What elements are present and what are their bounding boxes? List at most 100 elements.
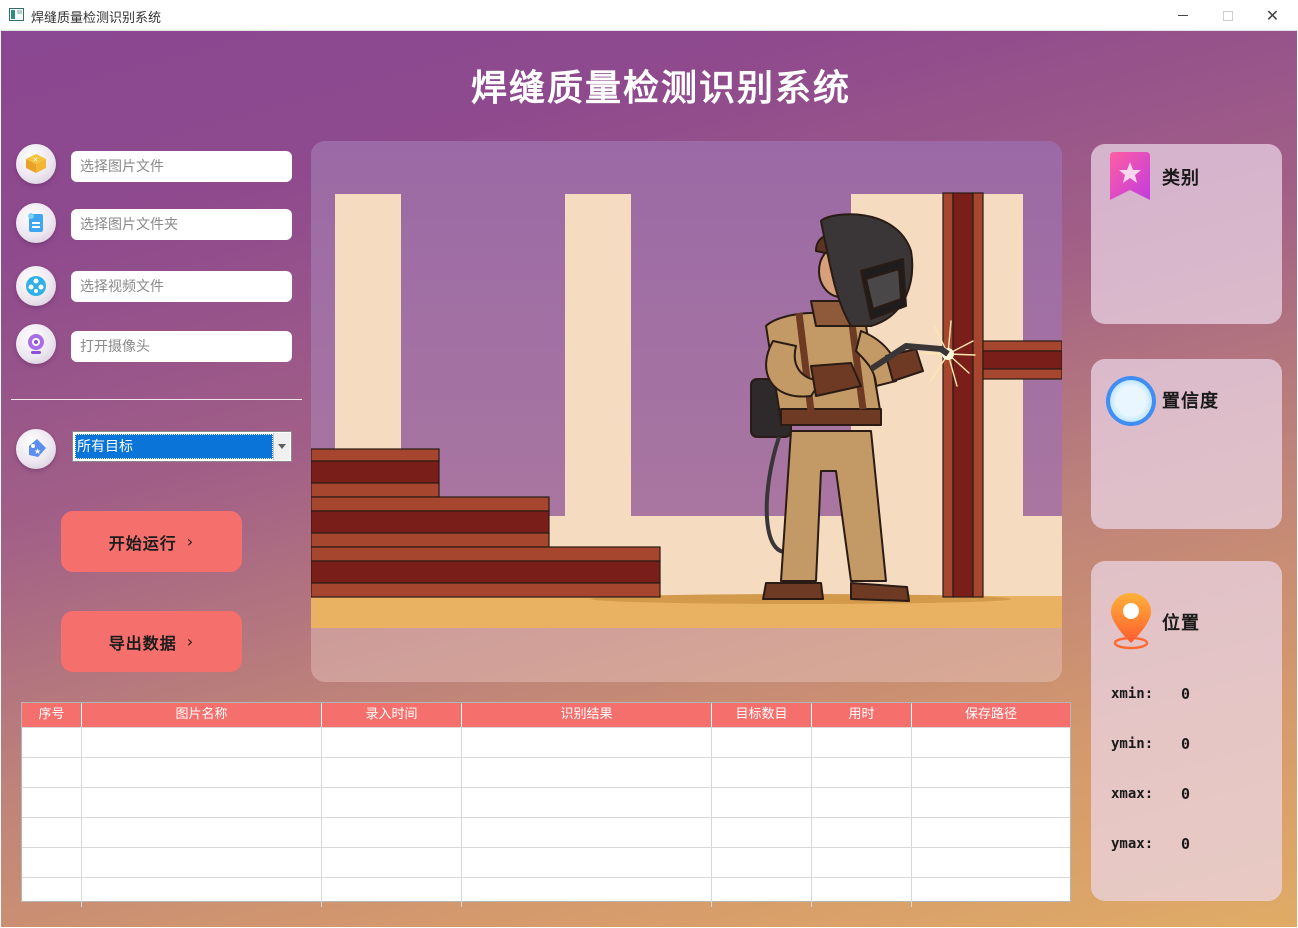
table-cell[interactable]: [22, 728, 82, 757]
table-cell[interactable]: [712, 848, 812, 877]
xmax-label: xmax:: [1111, 786, 1154, 802]
table-cell[interactable]: [82, 818, 322, 847]
table-cell[interactable]: [22, 878, 82, 907]
column-header[interactable]: 录入时间: [322, 703, 462, 727]
table-cell[interactable]: [912, 818, 1070, 847]
image-file-icon[interactable]: ✕: [16, 144, 56, 184]
table-row[interactable]: [22, 727, 1070, 757]
minimize-icon: [1177, 15, 1188, 16]
svg-text:★: ★: [34, 447, 41, 456]
tag-icon: ★: [16, 429, 56, 469]
table-cell[interactable]: [322, 788, 462, 817]
table-cell[interactable]: [322, 878, 462, 907]
page-title: 焊缝质量检测识别系统: [470, 68, 851, 109]
category-card: 类别: [1091, 144, 1282, 324]
table-row[interactable]: [22, 757, 1070, 787]
welder-illustration: [311, 141, 1062, 682]
column-header[interactable]: 保存路径: [912, 703, 1070, 727]
table-cell[interactable]: [812, 758, 912, 787]
table-cell[interactable]: [812, 818, 912, 847]
close-icon: ✕: [1265, 6, 1280, 25]
camera-icon[interactable]: [16, 324, 56, 364]
divider: [11, 399, 302, 400]
xmin-value: 0: [1181, 685, 1191, 703]
table-cell[interactable]: [82, 758, 322, 787]
chevron-right-icon: ›: [186, 632, 195, 651]
category-title: 类别: [1162, 168, 1200, 189]
position-title: 位置: [1162, 613, 1200, 634]
confidence-card: 置信度: [1091, 359, 1282, 529]
ymax-label: ymax:: [1111, 836, 1154, 852]
export-button[interactable]: 导出数据 ›: [61, 611, 242, 672]
table-cell[interactable]: [712, 788, 812, 817]
table-cell[interactable]: [322, 758, 462, 787]
app-icon: [9, 8, 24, 21]
table-cell[interactable]: [912, 728, 1070, 757]
camera-input[interactable]: [71, 331, 292, 362]
table-cell[interactable]: [322, 728, 462, 757]
results-table[interactable]: 序号 图片名称 录入时间 识别结果 目标数目 用时 保存路径: [21, 702, 1071, 907]
table-row[interactable]: [22, 877, 1070, 907]
start-button-label: 开始运行: [108, 533, 177, 553]
table-cell[interactable]: [22, 818, 82, 847]
table-cell[interactable]: [82, 878, 322, 907]
window-titlebar: 焊缝质量检测识别系统 ✕: [0, 0, 1298, 31]
table-cell[interactable]: [322, 818, 462, 847]
ring-icon: [1106, 376, 1156, 426]
table-cell[interactable]: [812, 848, 912, 877]
table-cell[interactable]: [462, 758, 712, 787]
table-cell[interactable]: [712, 818, 812, 847]
close-button[interactable]: ✕: [1250, 0, 1295, 31]
bookmark-star-icon: [1110, 152, 1150, 200]
column-header[interactable]: 用时: [812, 703, 912, 727]
column-header[interactable]: 图片名称: [82, 703, 322, 727]
maximize-button[interactable]: [1205, 0, 1250, 31]
table-cell[interactable]: [82, 848, 322, 877]
table-cell[interactable]: [462, 788, 712, 817]
table-cell[interactable]: [462, 818, 712, 847]
video-file-input[interactable]: [71, 271, 292, 302]
table-cell[interactable]: [462, 878, 712, 907]
table-cell[interactable]: [812, 878, 912, 907]
chevron-down-icon[interactable]: [273, 433, 290, 460]
xmax-value: 0: [1181, 785, 1191, 803]
table-cell[interactable]: [22, 788, 82, 817]
chevron-right-icon: ›: [186, 532, 195, 551]
svg-text:✕: ✕: [33, 156, 39, 164]
table-cell[interactable]: [322, 848, 462, 877]
table-cell[interactable]: [22, 848, 82, 877]
window-title: 焊缝质量检测识别系统: [31, 11, 162, 26]
table-row[interactable]: [22, 817, 1070, 847]
column-header[interactable]: 目标数目: [712, 703, 812, 727]
table-row[interactable]: [22, 787, 1070, 817]
table-cell[interactable]: [712, 758, 812, 787]
table-row[interactable]: [22, 847, 1070, 877]
table-cell[interactable]: [912, 848, 1070, 877]
ymax-value: 0: [1181, 835, 1191, 853]
table-cell[interactable]: [462, 728, 712, 757]
table-cell[interactable]: [912, 758, 1070, 787]
target-select[interactable]: 所有目标: [72, 431, 292, 462]
image-folder-input[interactable]: [71, 209, 292, 240]
table-cell[interactable]: [82, 788, 322, 817]
target-select-value: 所有目标: [75, 434, 273, 459]
position-card: 位置 xmin: 0 ymin: 0 xmax: 0 ymax: 0: [1091, 561, 1282, 901]
column-header[interactable]: 序号: [22, 703, 82, 727]
table-body: [22, 727, 1070, 907]
table-cell[interactable]: [712, 878, 812, 907]
column-header[interactable]: 识别结果: [462, 703, 712, 727]
start-button[interactable]: 开始运行 ›: [61, 511, 242, 572]
table-cell[interactable]: [462, 848, 712, 877]
video-icon[interactable]: [16, 266, 56, 306]
table-cell[interactable]: [812, 788, 912, 817]
table-cell[interactable]: [912, 788, 1070, 817]
main-window: 焊缝质量检测识别系统 ✕ 选择图片文件 选择图片文件夹 选择视频文件 打开摄像头…: [1, 31, 1297, 927]
folder-icon[interactable]: [16, 203, 56, 243]
table-cell[interactable]: [22, 758, 82, 787]
table-cell[interactable]: [712, 728, 812, 757]
table-cell[interactable]: [82, 728, 322, 757]
image-file-input[interactable]: [71, 151, 292, 182]
table-cell[interactable]: [812, 728, 912, 757]
table-cell[interactable]: [912, 878, 1070, 907]
minimize-button[interactable]: [1160, 0, 1205, 31]
